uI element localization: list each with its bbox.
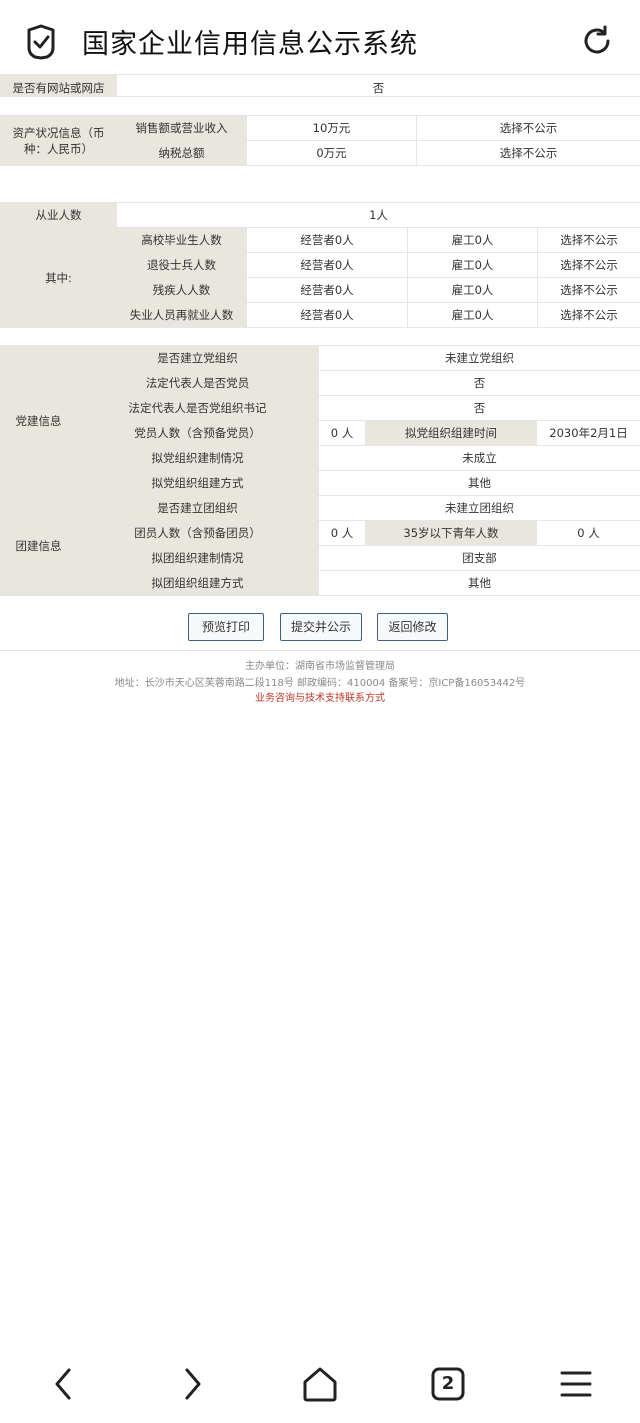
- party-rep-member-label: 法定代表人是否党员: [76, 370, 319, 396]
- back-arrow-icon[interactable]: [44, 1364, 84, 1404]
- party-league-table: 党建信息 是否建立党组织 未建立党组织 法定代表人是否党员 否 法定代表人是否党…: [0, 345, 640, 596]
- footer-host: 主办单位：湖南省市场监督管理局: [245, 661, 395, 672]
- party-plan-status-value: 未成立: [318, 445, 640, 471]
- footer-contact-link[interactable]: 业务咨询与技术支持联系方式: [0, 689, 640, 704]
- assets-table: 资产状况信息（币种：人民币） 销售额或营业收入 10万元 选择不公示 纳税总额 …: [0, 115, 640, 166]
- reload-icon[interactable]: [580, 24, 614, 58]
- party-members-label: 党员人数（含预备党员）: [76, 420, 319, 446]
- employees-row-operator: 经营者0人: [246, 227, 408, 253]
- employees-value: 1人: [115, 202, 640, 228]
- shield-check-icon[interactable]: [25, 24, 57, 60]
- employees-row-label: 残疾人人数: [116, 277, 247, 303]
- footer-divider: [0, 650, 640, 651]
- back-edit-button[interactable]: 返回修改: [377, 613, 448, 641]
- league-label: 团建信息: [0, 495, 77, 596]
- league-plan-status-value: 团支部: [318, 545, 640, 571]
- employees-row-label: 退役士兵人数: [116, 252, 247, 278]
- website-table: 是否有网站或网店 否: [0, 74, 640, 97]
- league-plan-method-label: 拟团组织组建方式: [76, 570, 319, 596]
- employees-row-operator: 经营者0人: [246, 252, 408, 278]
- assets-label: 资产状况信息（币种：人民币）: [0, 115, 117, 166]
- app-title: 国家企业信用信息公示系统: [82, 29, 418, 60]
- league-youth-value: 0 人: [536, 520, 640, 546]
- party-plan-time-value: 2030年2月1日: [536, 420, 640, 446]
- party-plan-method-value: 其他: [318, 470, 640, 496]
- footer-address: 地址：长沙市天心区芙蓉南路二段118号 邮政编码：410004 备案号：京ICP…: [114, 678, 526, 689]
- assets-row-label: 纳税总额: [116, 140, 247, 166]
- league-youth-label: 35岁以下青年人数: [365, 520, 537, 546]
- league-members-label: 团员人数（含预备团员）: [76, 520, 319, 546]
- forward-arrow-icon[interactable]: [172, 1364, 212, 1404]
- employees-row-status: 选择不公示: [536, 227, 640, 253]
- submit-publish-button[interactable]: 提交并公示: [280, 613, 362, 641]
- assets-row-value: 10万元: [246, 115, 417, 141]
- employees-row-operator: 经营者0人: [246, 302, 408, 328]
- party-established-label: 是否建立党组织: [76, 345, 319, 371]
- tabs-button[interactable]: 2: [428, 1364, 468, 1404]
- league-plan-status-label: 拟团组织建制情况: [76, 545, 319, 571]
- party-plan-status-label: 拟党组织建制情况: [76, 445, 319, 471]
- assets-row-label: 销售额或营业收入: [116, 115, 247, 141]
- website-value: 否: [116, 74, 640, 97]
- party-members-value: 0 人: [318, 420, 366, 446]
- employees-row-operator: 经营者0人: [246, 277, 408, 303]
- league-members-value: 0 人: [318, 520, 366, 546]
- league-plan-method-value: 其他: [318, 570, 640, 596]
- website-label: 是否有网站或网店: [0, 74, 117, 97]
- employees-row-label: 高校毕业生人数: [116, 227, 247, 253]
- assets-row-status: 选择不公示: [416, 115, 640, 141]
- party-plan-time-label: 拟党组织组建时间: [365, 420, 537, 446]
- menu-icon[interactable]: [556, 1364, 596, 1404]
- employees-sub-label: 其中:: [0, 227, 117, 328]
- party-plan-method-label: 拟党组织组建方式: [76, 470, 319, 496]
- employees-row-employee: 雇工0人: [407, 252, 538, 278]
- employees-label: 从业人数: [0, 202, 117, 228]
- employees-row-employee: 雇工0人: [407, 227, 538, 253]
- league-established-value: 未建立团组织: [318, 495, 640, 521]
- employees-row-employee: 雇工0人: [407, 277, 538, 303]
- employees-row-employee: 雇工0人: [407, 302, 538, 328]
- party-established-value: 未建立党组织: [318, 345, 640, 371]
- tabs-count: 2: [441, 1373, 455, 1394]
- party-rep-secretary-label: 法定代表人是否党组织书记: [76, 395, 319, 421]
- party-rep-secretary-value: 否: [318, 395, 640, 421]
- assets-row-status: 选择不公示: [416, 140, 640, 166]
- preview-print-button[interactable]: 预览打印: [188, 613, 264, 641]
- league-established-label: 是否建立团组织: [76, 495, 319, 521]
- assets-row-value: 0万元: [246, 140, 417, 166]
- employees-row-status: 选择不公示: [536, 302, 640, 328]
- employees-row-status: 选择不公示: [536, 277, 640, 303]
- browser-nav-bar: 2: [0, 1350, 640, 1423]
- employees-row-label: 失业人员再就业人数: [116, 302, 247, 328]
- party-label: 党建信息: [0, 345, 77, 496]
- party-rep-member-value: 否: [318, 370, 640, 396]
- home-icon[interactable]: [300, 1364, 340, 1404]
- employees-row-status: 选择不公示: [536, 252, 640, 278]
- app-bar: 国家企业信用信息公示系统: [0, 0, 640, 82]
- employees-table: 从业人数 1人 其中: 高校毕业生人数 经营者0人 雇工0人 选择不公示 退役士…: [0, 202, 640, 328]
